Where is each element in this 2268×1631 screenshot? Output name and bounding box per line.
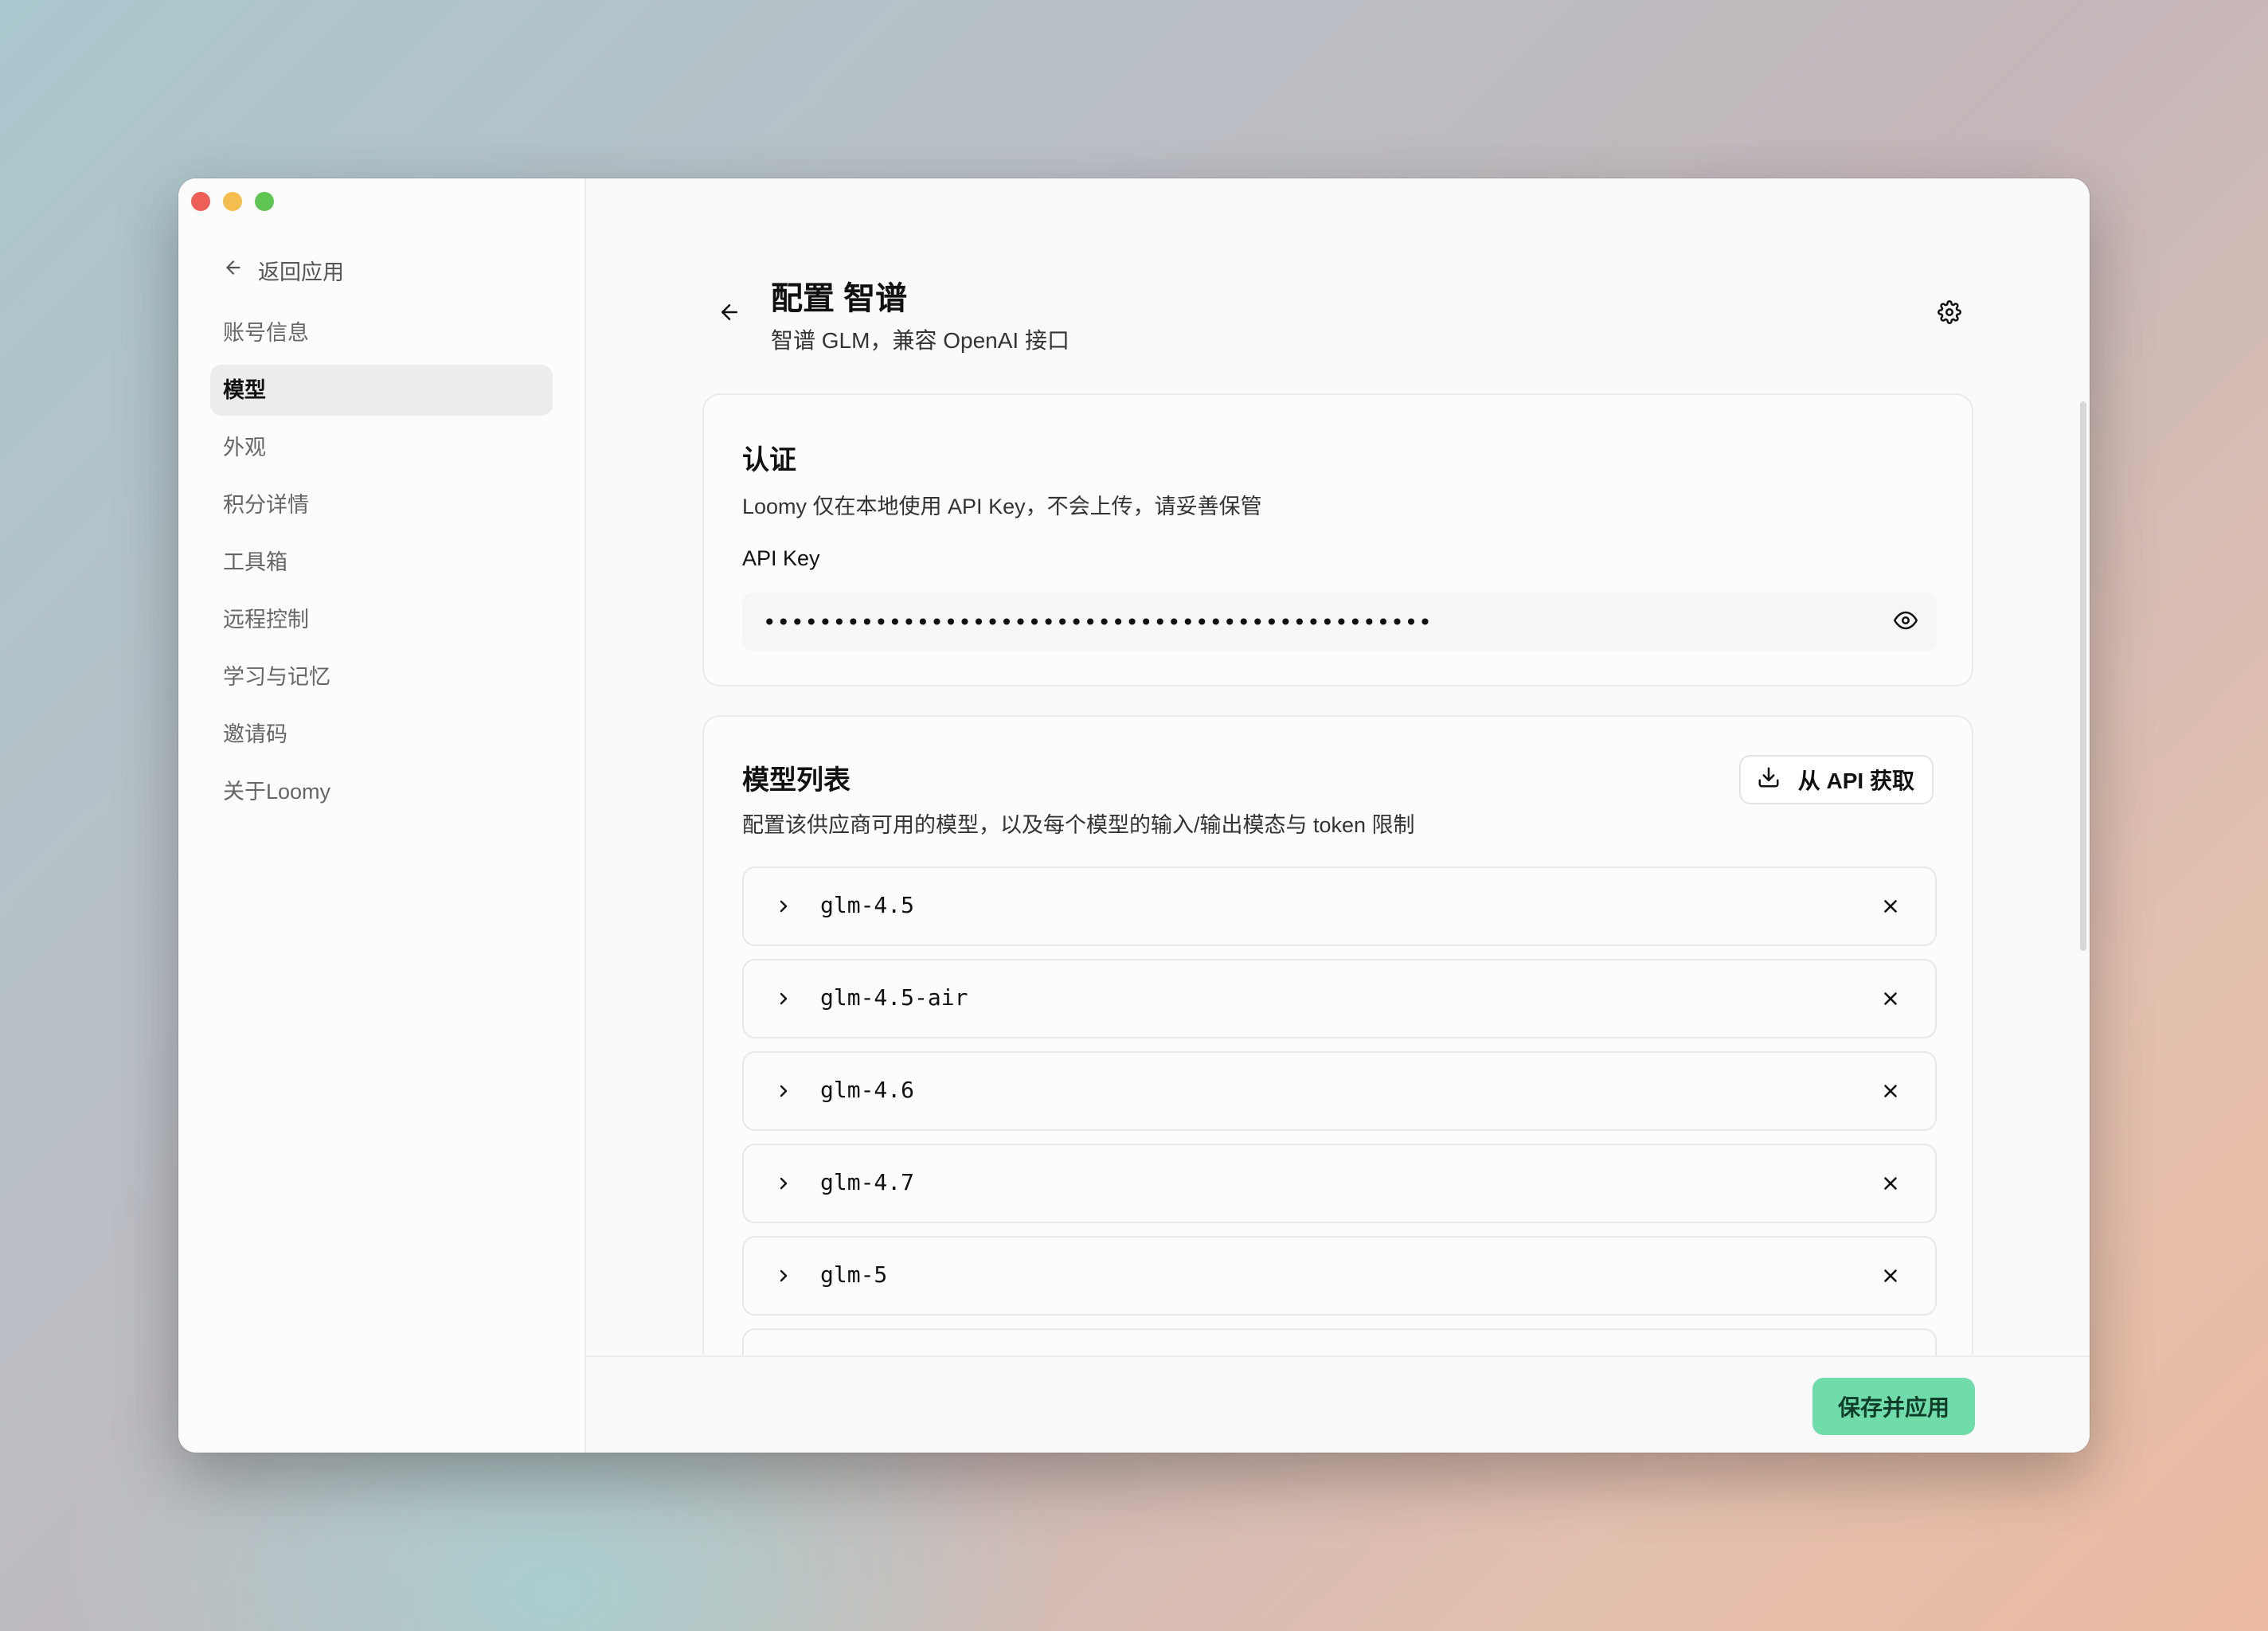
sidebar-item-credits[interactable]: 积分详情 bbox=[210, 479, 553, 530]
back-to-app-button[interactable]: 返回应用 bbox=[223, 250, 344, 290]
gear-icon bbox=[1938, 299, 1961, 328]
remove-model-button[interactable] bbox=[1878, 1263, 1903, 1289]
remove-model-button[interactable] bbox=[1878, 986, 1903, 1011]
close-icon bbox=[1884, 1085, 1897, 1097]
download-icon bbox=[1757, 765, 1798, 795]
page-title: 配置 智谱 bbox=[771, 281, 908, 316]
chevron-right-icon bbox=[780, 1177, 788, 1190]
models-title: 模型列表 bbox=[742, 765, 850, 796]
close-icon bbox=[1884, 900, 1897, 913]
model-row[interactable]: glm-4.5 bbox=[742, 866, 1937, 946]
header-back-button[interactable] bbox=[714, 298, 745, 330]
close-icon bbox=[1884, 992, 1897, 1005]
model-row[interactable]: glm-4.6 bbox=[742, 1051, 1937, 1131]
model-name: glm-4.7 bbox=[820, 1169, 915, 1195]
settings-window: 返回应用 账号信息 模型 外观 积分详情 工具箱 远程控制 学习与记忆 邀请码 … bbox=[178, 178, 2090, 1453]
model-row[interactable]: glm-4.7 bbox=[742, 1144, 1937, 1223]
model-row[interactable]: glm-4.5-air bbox=[742, 959, 1937, 1038]
sidebar-item-models[interactable]: 模型 bbox=[210, 365, 553, 416]
model-name: glm-4.5-air bbox=[820, 984, 968, 1011]
sidebar-item-learning-memory[interactable]: 学习与记忆 bbox=[210, 651, 553, 702]
provider-settings-button[interactable] bbox=[1932, 296, 1967, 331]
arrow-left-icon bbox=[718, 300, 741, 328]
chevron-right-icon bbox=[780, 992, 788, 1005]
model-name: glm-4.6 bbox=[820, 1077, 915, 1103]
sidebar-item-invite-code[interactable]: 邀请码 bbox=[210, 709, 553, 760]
scrollbar[interactable] bbox=[2080, 401, 2086, 951]
close-icon bbox=[1884, 1177, 1897, 1190]
fetch-from-api-label: 从 API 获取 bbox=[1797, 769, 1914, 793]
footer-bar: 保存并应用 bbox=[586, 1355, 2090, 1453]
arrow-left-icon bbox=[223, 257, 258, 284]
models-description: 配置该供应商可用的模型，以及每个模型的输入/输出模态与 token 限制 bbox=[742, 813, 1415, 837]
close-window-button[interactable] bbox=[191, 192, 210, 211]
close-icon bbox=[1884, 1269, 1897, 1282]
sidebar-item-about[interactable]: 关于Loomy bbox=[210, 766, 553, 817]
model-row[interactable]: glm-5 bbox=[742, 1236, 1937, 1316]
minimize-window-button[interactable] bbox=[223, 192, 242, 211]
auth-description: Loomy 仅在本地使用 API Key，不会上传，请妥善保管 bbox=[742, 495, 1262, 518]
back-to-app-label: 返回应用 bbox=[258, 260, 344, 284]
chevron-right-icon bbox=[780, 1085, 788, 1097]
maximize-window-button[interactable] bbox=[255, 192, 274, 211]
eye-icon bbox=[1894, 608, 1918, 636]
api-key-value: ••••••••••••••••••••••••••••••••••••••••… bbox=[763, 608, 1433, 636]
chevron-right-icon bbox=[780, 1269, 788, 1282]
model-list: glm-4.5 glm-4.5-air glm-4.6 glm-4.7 glm-… bbox=[742, 866, 1937, 1421]
toggle-visibility-button[interactable] bbox=[1892, 608, 1919, 636]
model-name: glm-4.5 bbox=[820, 892, 915, 918]
sidebar-item-account[interactable]: 账号信息 bbox=[210, 307, 553, 358]
remove-model-button[interactable] bbox=[1878, 1078, 1903, 1104]
api-key-input[interactable]: ••••••••••••••••••••••••••••••••••••••••… bbox=[742, 593, 1937, 651]
auth-card: 认证 Loomy 仅在本地使用 API Key，不会上传，请妥善保管 API K… bbox=[702, 393, 1973, 686]
auth-title: 认证 bbox=[742, 445, 796, 475]
api-key-label: API Key bbox=[742, 546, 820, 570]
sidebar-item-remote-control[interactable]: 远程控制 bbox=[210, 594, 553, 645]
remove-model-button[interactable] bbox=[1878, 894, 1903, 919]
save-and-apply-button[interactable]: 保存并应用 bbox=[1812, 1378, 1975, 1435]
sidebar-item-toolbox[interactable]: 工具箱 bbox=[210, 537, 553, 588]
chevron-right-icon bbox=[780, 900, 788, 913]
remove-model-button[interactable] bbox=[1878, 1171, 1903, 1196]
sidebar: 返回应用 账号信息 模型 外观 积分详情 工具箱 远程控制 学习与记忆 邀请码 … bbox=[178, 178, 586, 1453]
settings-nav: 账号信息 模型 外观 积分详情 工具箱 远程控制 学习与记忆 邀请码 关于Loo… bbox=[210, 307, 553, 823]
fetch-from-api-button[interactable]: 从 API 获取 bbox=[1738, 755, 1934, 804]
page-subtitle: 智谱 GLM，兼容 OpenAI 接口 bbox=[771, 328, 1069, 353]
sidebar-item-appearance[interactable]: 外观 bbox=[210, 422, 553, 473]
main-content: 配置 智谱 智谱 GLM，兼容 OpenAI 接口 认证 Loomy 仅在本地使… bbox=[586, 178, 2090, 1453]
model-name: glm-5 bbox=[820, 1261, 888, 1288]
models-card: 模型列表 配置该供应商可用的模型，以及每个模型的输入/输出模态与 token 限… bbox=[702, 715, 1973, 1453]
